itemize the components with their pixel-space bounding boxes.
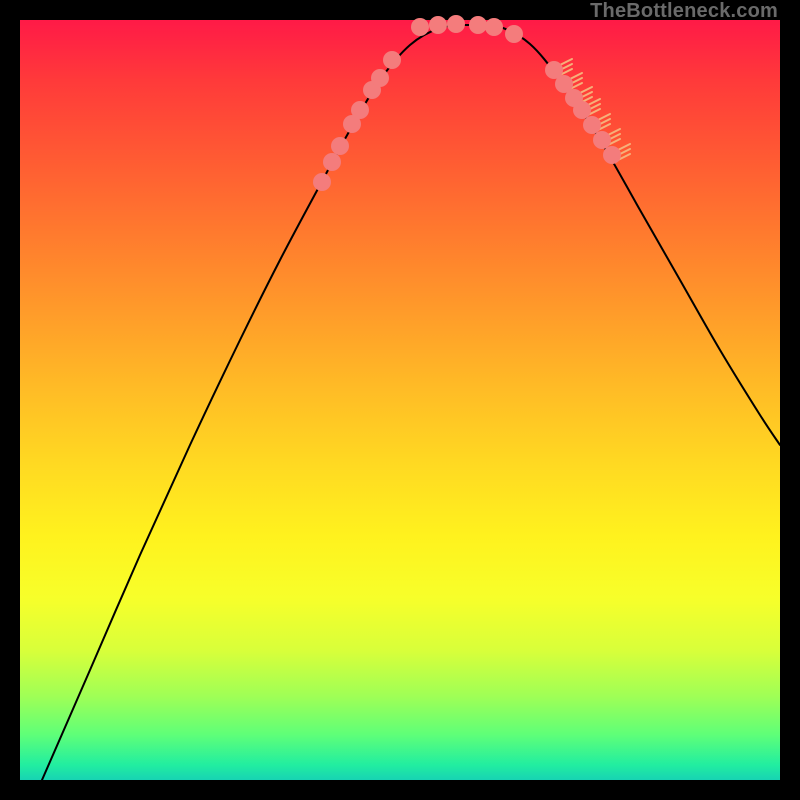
data-dot [371, 69, 389, 87]
data-dot [411, 18, 429, 36]
data-dot [573, 101, 591, 119]
data-dot [603, 146, 621, 164]
data-dot [447, 15, 465, 33]
watermark-text: TheBottleneck.com [590, 0, 778, 23]
chart-frame: TheBottleneck.com [0, 0, 800, 800]
data-dot [331, 137, 349, 155]
bottleneck-curve [42, 25, 780, 780]
data-dot [583, 116, 601, 134]
data-dot [469, 16, 487, 34]
data-dot [429, 16, 447, 34]
data-dot [505, 25, 523, 43]
dot-group [313, 15, 621, 191]
data-dot [323, 153, 341, 171]
data-dot [313, 173, 331, 191]
data-dot [383, 51, 401, 69]
chart-svg [20, 20, 780, 780]
data-dot [485, 18, 503, 36]
data-dot [351, 101, 369, 119]
data-dot [593, 131, 611, 149]
